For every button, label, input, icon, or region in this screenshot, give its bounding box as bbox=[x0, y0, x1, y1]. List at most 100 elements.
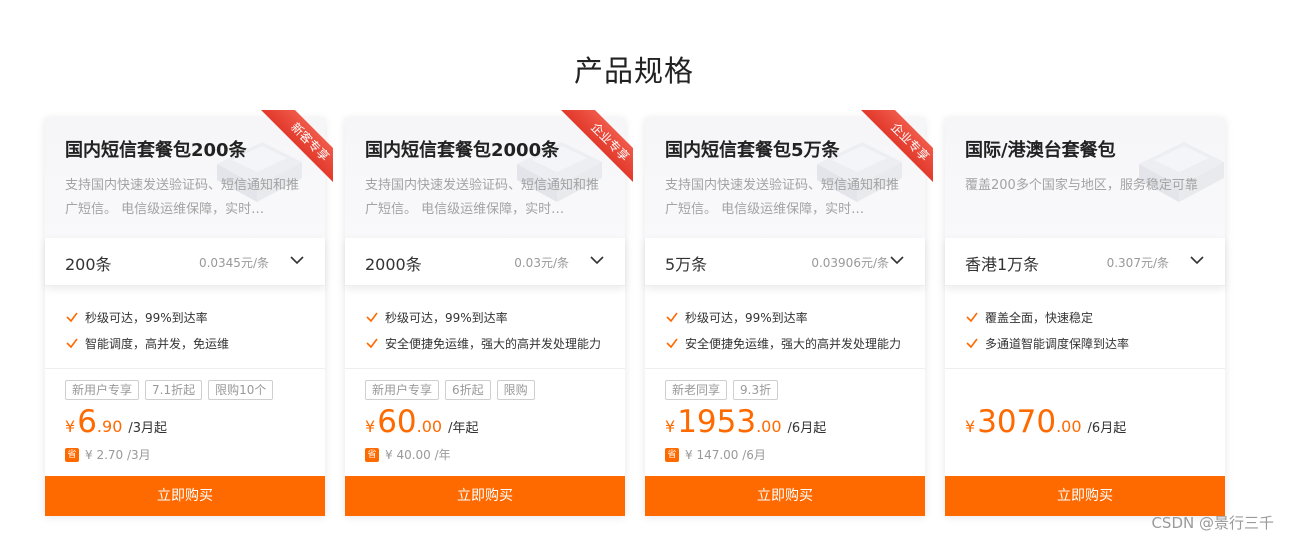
savings: 省 ¥ 40.00 /年 bbox=[365, 446, 451, 463]
feature-text: 秒级可达，99%到达率 bbox=[685, 310, 808, 325]
tag: 限购 bbox=[496, 380, 535, 400]
feature-text: 安全便捷免运维，强大的高并发处理能力 bbox=[385, 336, 602, 351]
feature-item: 安全便捷免运维，强大的高并发处理能力 bbox=[665, 330, 901, 356]
page-title: 产品规格 bbox=[573, 54, 694, 88]
feature-item: 安全便捷免运维，强大的高并发处理能力 bbox=[365, 330, 601, 356]
feature-list: 覆盖全面，快速稳定 多通道智能调度保障到达率 bbox=[965, 304, 1129, 356]
feature-text: 秒级可达，99%到达率 bbox=[85, 310, 208, 325]
chevron-down-icon[interactable] bbox=[889, 252, 905, 268]
currency-symbol: ¥ bbox=[665, 417, 676, 436]
tag: 新用户专享 bbox=[65, 380, 140, 400]
spec-value: 5万条 bbox=[665, 255, 708, 274]
price-integer: 6 bbox=[77, 404, 97, 440]
feature-item: 秒级可达，99%到达率 bbox=[665, 304, 901, 330]
tag: 7.1折起 bbox=[145, 380, 203, 400]
currency-symbol: ¥ bbox=[365, 417, 376, 436]
check-icon bbox=[66, 312, 78, 323]
divider bbox=[645, 368, 925, 369]
price: ¥ 6 .90 /3月起 bbox=[65, 400, 167, 444]
card-title: 国际/港澳台套餐包 bbox=[965, 140, 1116, 161]
feature-text: 覆盖全面，快速稳定 bbox=[985, 310, 1094, 325]
spec-value: 200条 bbox=[65, 255, 112, 274]
unit-price: 0.03元/条 bbox=[514, 256, 569, 270]
spec-value: 2000条 bbox=[365, 255, 422, 274]
divider bbox=[945, 368, 1225, 369]
ribbon-badge: 企业专享 bbox=[547, 110, 633, 196]
feature-list: 秒级可达，99%到达率 智能调度，高并发，免运维 bbox=[65, 304, 229, 356]
price-decimal: .90 bbox=[96, 417, 123, 436]
price-decimal: .00 bbox=[416, 417, 443, 436]
unit-price: 0.0345元/条 bbox=[198, 256, 269, 270]
check-icon bbox=[966, 338, 978, 349]
price-period: /6月起 bbox=[787, 421, 827, 436]
tag: 新老同享 bbox=[665, 380, 728, 400]
check-icon bbox=[666, 312, 678, 323]
tag-list: 新用户专享 6折起 限购 bbox=[365, 380, 535, 400]
savings-amount: ¥ 2.70 /3月 bbox=[85, 448, 151, 462]
spec-dropdown[interactable]: 200条 0.0345元/条 bbox=[45, 238, 325, 286]
ribbon-badge: 新客专享 bbox=[247, 110, 333, 196]
check-icon bbox=[966, 312, 978, 323]
buy-button[interactable]: 立即购买 bbox=[345, 476, 625, 516]
price-decimal: .00 bbox=[756, 417, 782, 436]
price-period: /3月起 bbox=[128, 421, 168, 436]
chevron-down-icon[interactable] bbox=[289, 252, 305, 268]
price-integer: 60 bbox=[377, 404, 417, 440]
check-icon bbox=[366, 338, 378, 349]
check-icon bbox=[366, 312, 378, 323]
card-description: 覆盖200多个国家与地区，服务稳定可靠 bbox=[965, 178, 1198, 193]
savings-amount: ¥ 147.00 /6月 bbox=[685, 448, 766, 462]
tag: 限购10个 bbox=[208, 380, 274, 400]
tag: 9.3折 bbox=[733, 380, 779, 400]
product-card-sms-2000: 国内短信套餐包2000条 支持国内快速发送验证码、短信通知和推广短信。 电信级运… bbox=[345, 110, 633, 516]
currency-symbol: ¥ bbox=[65, 417, 76, 436]
spec-value: 香港1万条 bbox=[965, 255, 1040, 274]
unit-price: 0.307元/条 bbox=[1106, 256, 1169, 270]
price: ¥ 60 .00 /年起 bbox=[365, 400, 478, 444]
feature-item: 智能调度，高并发，免运维 bbox=[65, 330, 229, 356]
chevron-down-icon[interactable] bbox=[1189, 252, 1205, 268]
ribbon-label: 企业专享 bbox=[855, 110, 933, 196]
card-title: 国内短信套餐包5万条 bbox=[665, 140, 840, 161]
card-title: 国内短信套餐包200条 bbox=[65, 140, 247, 161]
product-card-sms-50k: 国内短信套餐包5万条 支持国内快速发送验证码、短信通知和推广短信。 电信级运维保… bbox=[645, 110, 933, 516]
feature-text: 智能调度，高并发，免运维 bbox=[85, 336, 230, 351]
price-integer: 1953 bbox=[677, 404, 757, 440]
product-card-international: 国际/港澳台套餐包 覆盖200多个国家与地区，服务稳定可靠 香港1万条 0.30… bbox=[945, 118, 1225, 516]
watermark: CSDN @景行三千 bbox=[1151, 514, 1274, 532]
unit-price: 0.03906元/条 bbox=[811, 256, 889, 270]
check-icon bbox=[66, 338, 78, 349]
spec-dropdown[interactable]: 香港1万条 0.307元/条 bbox=[945, 238, 1225, 286]
savings: 省 ¥ 2.70 /3月 bbox=[65, 446, 151, 463]
spec-dropdown[interactable]: 2000条 0.03元/条 bbox=[345, 238, 625, 286]
spec-dropdown[interactable]: 5万条 0.03906元/条 bbox=[645, 238, 925, 286]
feature-item: 多通道智能调度保障到达率 bbox=[965, 330, 1129, 356]
buy-button[interactable]: 立即购买 bbox=[45, 476, 325, 516]
divider bbox=[345, 368, 625, 369]
feature-list: 秒级可达，99%到达率 安全便捷免运维，强大的高并发处理能力 bbox=[665, 304, 901, 356]
price: ¥ 3070 .00 /6月起 bbox=[965, 400, 1126, 444]
save-badge: 省 bbox=[365, 447, 379, 462]
chevron-down-icon[interactable] bbox=[589, 252, 605, 268]
buy-button[interactable]: 立即购买 bbox=[945, 476, 1225, 516]
tag-list: 新老同享 9.3折 bbox=[665, 380, 779, 400]
feature-item: 覆盖全面，快速稳定 bbox=[965, 304, 1129, 330]
card-header: 国际/港澳台套餐包 覆盖200多个国家与地区，服务稳定可靠 bbox=[945, 118, 1225, 238]
feature-item: 秒级可达，99%到达率 bbox=[65, 304, 229, 330]
divider bbox=[45, 368, 325, 369]
product-card-sms-200: 国内短信套餐包200条 支持国内快速发送验证码、短信通知和推广短信。 电信级运维… bbox=[45, 110, 333, 516]
savings: 省 ¥ 147.00 /6月 bbox=[665, 446, 766, 463]
price-decimal: .00 bbox=[1056, 417, 1082, 436]
card-title: 国内短信套餐包2000条 bbox=[365, 140, 560, 161]
buy-button[interactable]: 立即购买 bbox=[645, 476, 925, 516]
tag: 6折起 bbox=[445, 380, 491, 400]
ribbon-badge: 企业专享 bbox=[847, 110, 933, 196]
ribbon-label: 新客专享 bbox=[255, 110, 333, 196]
feature-text: 多通道智能调度保障到达率 bbox=[985, 336, 1130, 351]
price-integer: 3070 bbox=[977, 404, 1057, 440]
ribbon-label: 企业专享 bbox=[555, 110, 633, 196]
save-badge: 省 bbox=[65, 447, 79, 462]
price-period: /6月起 bbox=[1087, 421, 1127, 436]
feature-list: 秒级可达，99%到达率 安全便捷免运维，强大的高并发处理能力 bbox=[365, 304, 601, 356]
price-period: /年起 bbox=[448, 421, 479, 436]
